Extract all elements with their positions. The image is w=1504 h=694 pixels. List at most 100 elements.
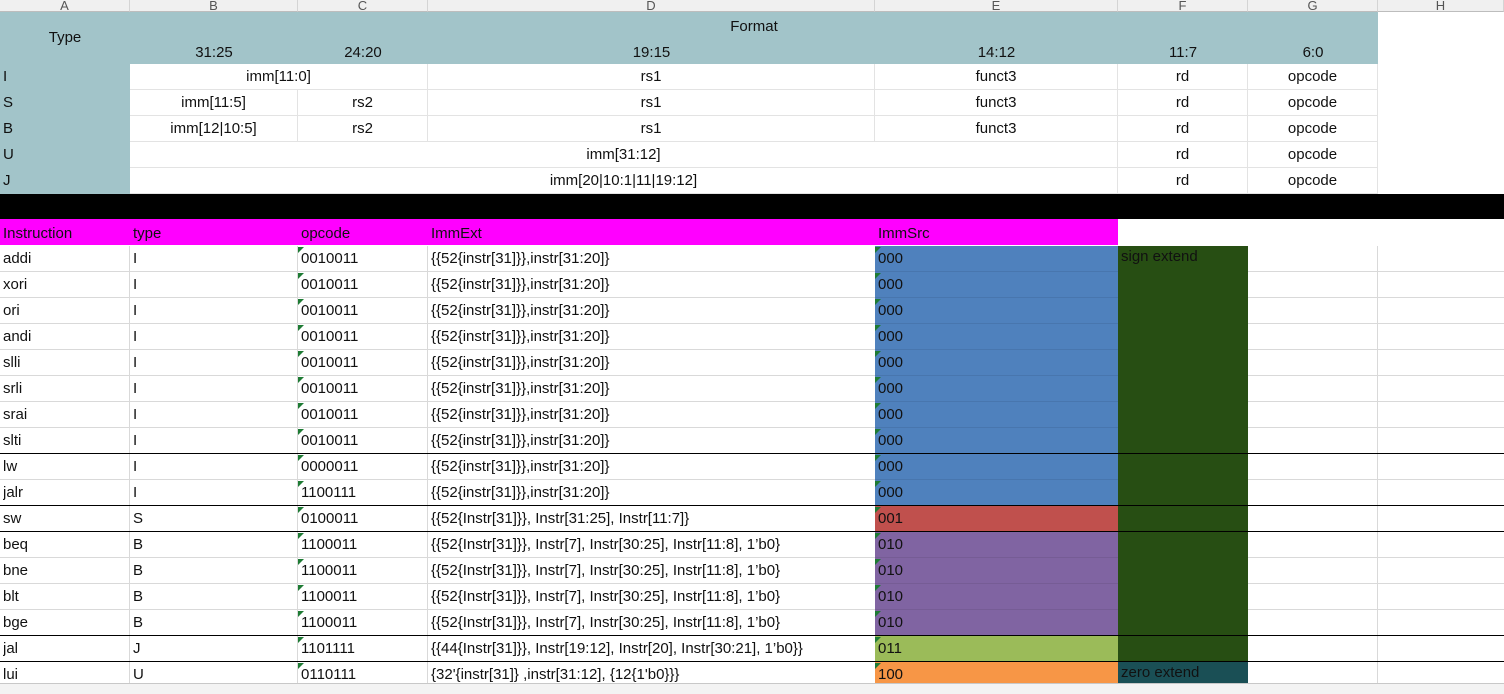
- format-cell[interactable]: opcode: [1248, 64, 1378, 90]
- format-cell[interactable]: funct3: [875, 116, 1118, 142]
- instruction-opcode[interactable]: 1101111: [301, 636, 426, 662]
- instruction-opcode[interactable]: 0010011: [301, 272, 426, 298]
- instruction-type[interactable]: I: [133, 272, 293, 298]
- instruction-immsrc[interactable]: 000: [878, 324, 1113, 350]
- instruction-immsrc[interactable]: 000: [878, 272, 1113, 298]
- instruction-immext[interactable]: {{52{instr[31]}},instr[31:20]}: [431, 324, 871, 350]
- format-cell[interactable]: rd: [1118, 90, 1248, 116]
- instruction-opcode[interactable]: 1100011: [301, 610, 426, 636]
- instruction-name[interactable]: xori: [3, 272, 128, 298]
- instruction-immext[interactable]: {{52{instr[31]}},instr[31:20]}: [431, 402, 871, 428]
- instruction-immext[interactable]: {{52{Instr[31]}}, Instr[7], Instr[30:25]…: [431, 558, 871, 584]
- format-cell[interactable]: rs1: [428, 64, 875, 90]
- instruction-type[interactable]: I: [133, 324, 293, 350]
- instruction-name[interactable]: blt: [3, 584, 128, 610]
- instruction-type[interactable]: B: [133, 558, 293, 584]
- instruction-type[interactable]: S: [133, 506, 293, 532]
- instruction-opcode[interactable]: 1100111: [301, 480, 426, 506]
- instruction-immext[interactable]: {{52{instr[31]}},instr[31:20]}: [431, 480, 871, 506]
- instruction-type[interactable]: I: [133, 298, 293, 324]
- instruction-name[interactable]: beq: [3, 532, 128, 558]
- instruction-immsrc[interactable]: 000: [878, 298, 1113, 324]
- format-cell[interactable]: imm[20|10:1|11|19:12]: [130, 168, 1118, 194]
- format-cell[interactable]: imm[31:12]: [130, 142, 1118, 168]
- instruction-immext[interactable]: {{52{Instr[31]}}, Instr[31:25], Instr[11…: [431, 506, 871, 532]
- format-cell[interactable]: rs1: [428, 90, 875, 116]
- instruction-immext[interactable]: {{52{instr[31]}},instr[31:20]}: [431, 376, 871, 402]
- format-cell[interactable]: rd: [1118, 64, 1248, 90]
- instruction-type[interactable]: I: [133, 402, 293, 428]
- instruction-immext[interactable]: {{52{instr[31]}},instr[31:20]}: [431, 428, 871, 454]
- instruction-type[interactable]: J: [133, 636, 293, 662]
- instruction-opcode[interactable]: 0010011: [301, 428, 426, 454]
- instruction-name[interactable]: bne: [3, 558, 128, 584]
- column-header-c[interactable]: C: [298, 0, 428, 12]
- format-cell[interactable]: rd: [1118, 116, 1248, 142]
- instruction-name[interactable]: slli: [3, 350, 128, 376]
- instruction-immext[interactable]: {{52{Instr[31]}}, Instr[7], Instr[30:25]…: [431, 610, 871, 636]
- instruction-opcode[interactable]: 0010011: [301, 246, 426, 272]
- format-cell[interactable]: rs1: [428, 116, 875, 142]
- instruction-immext[interactable]: {{52{Instr[31]}}, Instr[7], Instr[30:25]…: [431, 532, 871, 558]
- column-header-e[interactable]: E: [875, 0, 1118, 12]
- instruction-opcode[interactable]: 0010011: [301, 324, 426, 350]
- instruction-opcode[interactable]: 0000011: [301, 454, 426, 480]
- column-header-b[interactable]: B: [130, 0, 298, 12]
- format-cell[interactable]: imm[11:0]: [130, 64, 428, 90]
- instruction-name[interactable]: lw: [3, 454, 128, 480]
- instruction-opcode[interactable]: 0100011: [301, 506, 426, 532]
- column-header-g[interactable]: G: [1248, 0, 1378, 12]
- format-cell[interactable]: rs2: [298, 116, 428, 142]
- format-cell[interactable]: funct3: [875, 64, 1118, 90]
- format-cell[interactable]: imm[12|10:5]: [130, 116, 298, 142]
- instruction-type[interactable]: I: [133, 350, 293, 376]
- instruction-immsrc[interactable]: 000: [878, 428, 1113, 454]
- instruction-type[interactable]: B: [133, 610, 293, 636]
- instruction-immext[interactable]: {{52{instr[31]}},instr[31:20]}: [431, 454, 871, 480]
- instruction-immsrc[interactable]: 010: [878, 610, 1113, 636]
- instruction-immsrc[interactable]: 000: [878, 350, 1113, 376]
- instruction-type[interactable]: I: [133, 454, 293, 480]
- instruction-type[interactable]: I: [133, 376, 293, 402]
- instruction-opcode[interactable]: 1100011: [301, 532, 426, 558]
- format-cell[interactable]: funct3: [875, 90, 1118, 116]
- instruction-name[interactable]: jalr: [3, 480, 128, 506]
- instruction-name[interactable]: addi: [3, 246, 128, 272]
- instruction-immsrc[interactable]: 010: [878, 558, 1113, 584]
- instruction-opcode[interactable]: 1100011: [301, 584, 426, 610]
- instruction-immsrc[interactable]: 010: [878, 584, 1113, 610]
- instruction-immsrc[interactable]: 001: [878, 506, 1113, 532]
- column-header-h[interactable]: H: [1378, 0, 1504, 12]
- instruction-name[interactable]: srli: [3, 376, 128, 402]
- instruction-name[interactable]: ori: [3, 298, 128, 324]
- instruction-name[interactable]: bge: [3, 610, 128, 636]
- instruction-immext[interactable]: {{52{instr[31]}},instr[31:20]}: [431, 272, 871, 298]
- format-cell[interactable]: imm[11:5]: [130, 90, 298, 116]
- instruction-immext[interactable]: {{52{instr[31]}},instr[31:20]}: [431, 298, 871, 324]
- instruction-immsrc[interactable]: 011: [878, 636, 1113, 662]
- column-header-a[interactable]: A: [0, 0, 130, 12]
- instruction-name[interactable]: sw: [3, 506, 128, 532]
- format-cell[interactable]: opcode: [1248, 142, 1378, 168]
- instruction-name[interactable]: srai: [3, 402, 128, 428]
- format-cell[interactable]: rs2: [298, 90, 428, 116]
- instruction-name[interactable]: jal: [3, 636, 128, 662]
- instruction-type[interactable]: B: [133, 532, 293, 558]
- instruction-immsrc[interactable]: 000: [878, 246, 1113, 272]
- instruction-opcode[interactable]: 1100011: [301, 558, 426, 584]
- format-cell[interactable]: rd: [1118, 142, 1248, 168]
- instruction-type[interactable]: I: [133, 428, 293, 454]
- instruction-name[interactable]: slti: [3, 428, 128, 454]
- sheet-tab-bar[interactable]: [0, 683, 1504, 694]
- instruction-type[interactable]: I: [133, 480, 293, 506]
- instruction-immext[interactable]: {{52{instr[31]}},instr[31:20]}: [431, 350, 871, 376]
- format-cell[interactable]: opcode: [1248, 168, 1378, 194]
- format-cell[interactable]: opcode: [1248, 90, 1378, 116]
- instruction-immsrc[interactable]: 000: [878, 480, 1113, 506]
- instruction-immsrc[interactable]: 000: [878, 402, 1113, 428]
- instruction-immsrc[interactable]: 000: [878, 454, 1113, 480]
- instruction-opcode[interactable]: 0010011: [301, 376, 426, 402]
- instruction-type[interactable]: B: [133, 584, 293, 610]
- column-header-f[interactable]: F: [1118, 0, 1248, 12]
- format-cell[interactable]: opcode: [1248, 116, 1378, 142]
